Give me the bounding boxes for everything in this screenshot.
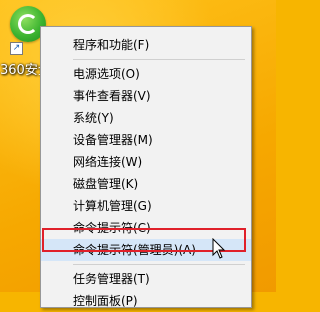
menu-item-programs-features[interactable]: 程序和功能(F) bbox=[41, 34, 251, 56]
menu-item-task-manager[interactable]: 任务管理器(T) bbox=[41, 268, 251, 290]
menu-item-event-viewer[interactable]: 事件查看器(V) bbox=[41, 85, 251, 107]
menu-item-control-panel[interactable]: 控制面板(P) bbox=[41, 290, 251, 312]
menu-item-power-options[interactable]: 电源选项(O) bbox=[41, 63, 251, 85]
menu-item-disk-management[interactable]: 磁盘管理(K) bbox=[41, 173, 251, 195]
menu-separator bbox=[73, 59, 245, 60]
mouse-cursor-icon bbox=[212, 238, 226, 259]
menu-item-system[interactable]: 系统(Y) bbox=[41, 107, 251, 129]
winx-context-menu: 程序和功能(F) 电源选项(O) 事件查看器(V) 系统(Y) 设备管理器(M)… bbox=[40, 26, 252, 308]
shortcut-arrow-icon: ↗ bbox=[10, 42, 23, 55]
menu-item-device-manager[interactable]: 设备管理器(M) bbox=[41, 129, 251, 151]
menu-separator bbox=[73, 264, 245, 265]
desktop-shortcut-360[interactable]: ↗ 360安全卫士 bbox=[0, 4, 77, 94]
menu-item-computer-management[interactable]: 计算机管理(G) bbox=[41, 195, 251, 217]
menu-item-network-connections[interactable]: 网络连接(W) bbox=[41, 151, 251, 173]
